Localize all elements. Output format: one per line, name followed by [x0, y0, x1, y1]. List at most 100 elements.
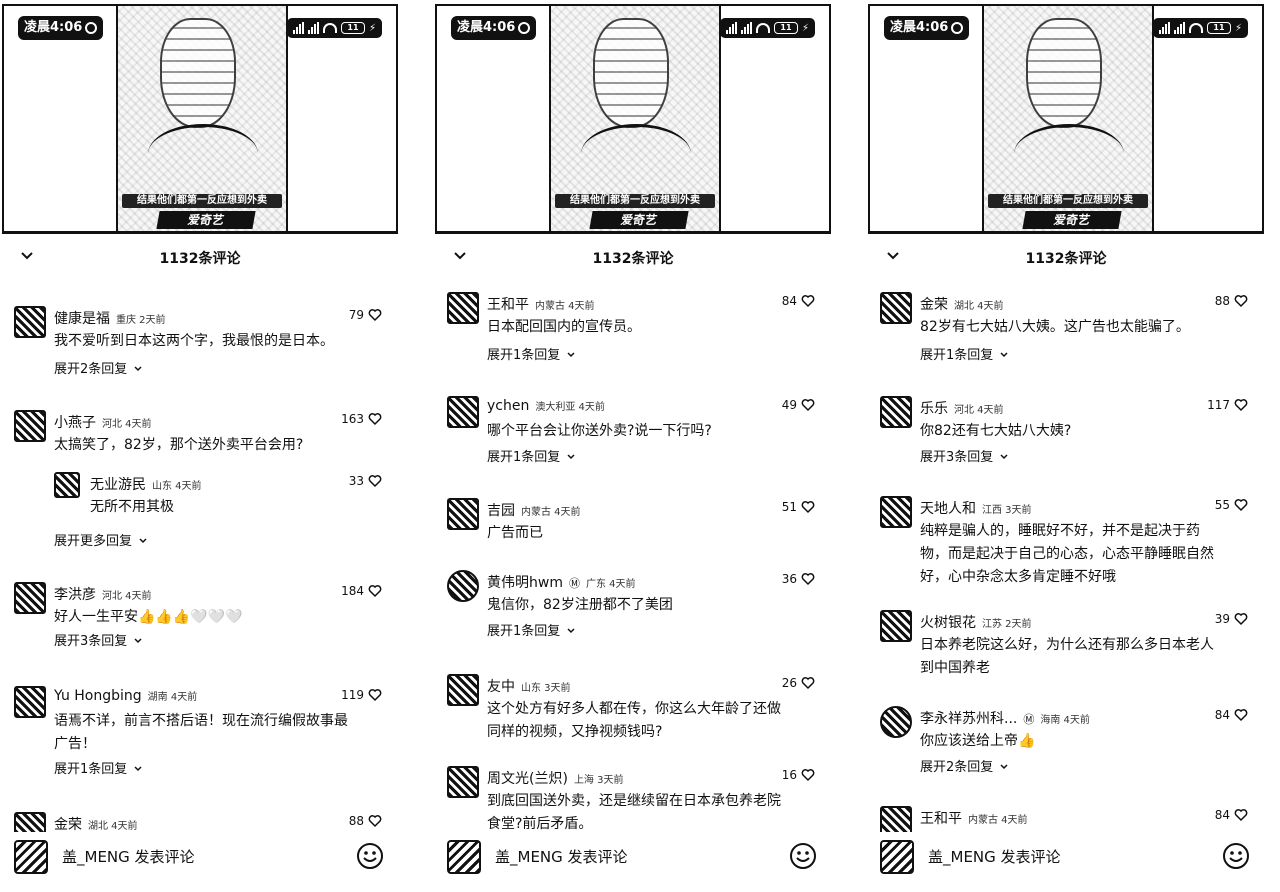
emoji-icon[interactable]	[356, 842, 384, 870]
avatar[interactable]	[447, 498, 479, 530]
expand-replies-button[interactable]: 展开1条回复	[487, 620, 576, 639]
expand-replies-button[interactable]: 展开3条回复	[920, 446, 1009, 465]
chevron-down-icon	[566, 625, 576, 635]
like-count: 84	[781, 294, 797, 308]
avatar[interactable]	[880, 706, 912, 738]
time-text: 凌晨4:06	[457, 20, 516, 35]
comment-username[interactable]: 黄伟明hwm	[487, 572, 563, 592]
comment-username[interactable]: 天地人和	[920, 498, 976, 518]
avatar[interactable]	[447, 292, 479, 324]
comment-sheet-header: 1132条评论	[433, 244, 833, 272]
like-count: 51	[781, 500, 797, 514]
avatar[interactable]	[447, 674, 479, 706]
like-button[interactable]: 117	[1207, 398, 1248, 412]
like-count: 16	[781, 768, 797, 782]
expand-replies-button[interactable]: 展开3条回复	[54, 630, 143, 649]
emoji-icon[interactable]	[789, 842, 817, 870]
like-button[interactable]: 79	[349, 308, 382, 322]
video-figure	[148, 124, 258, 184]
comment-location-time: 内蒙古 4天前	[535, 301, 595, 312]
avatar[interactable]	[880, 396, 912, 428]
expand-replies-button[interactable]: 展开1条回复	[487, 446, 576, 465]
like-button[interactable]: 49	[782, 398, 815, 412]
like-button[interactable]: 55	[1215, 498, 1248, 512]
comment-text: 语焉不详，前言不搭后语！现在流行编假故事最广告！	[54, 713, 348, 752]
video-player[interactable]: 结果他们都第一反应想到外卖 爱奇艺 凌晨4:06 11 ⚡	[435, 4, 831, 234]
comment-input[interactable]: 盖_MENG 发表评论	[495, 846, 628, 867]
comment-username[interactable]: 健康是福	[54, 308, 110, 328]
avatar[interactable]	[880, 496, 912, 528]
expand-replies-button[interactable]: 展开1条回复	[487, 344, 576, 363]
expand-replies-button[interactable]: 展开1条回复	[920, 344, 1009, 363]
expand-replies-button[interactable]: 展开1条回复	[54, 758, 143, 777]
like-button[interactable]: 26	[782, 676, 815, 690]
comment-location-time: 江西 3天前	[982, 505, 1032, 516]
like-button[interactable]: 163	[341, 412, 382, 426]
video-caption: 结果他们都第一反应想到外卖	[555, 194, 715, 208]
comment-username[interactable]: 李洪彦	[54, 584, 96, 604]
avatar[interactable]	[14, 410, 46, 442]
comment-username[interactable]: 王和平	[487, 294, 529, 314]
expand-replies-button[interactable]: 展开2条回复	[920, 756, 1009, 775]
like-count: 119	[341, 688, 364, 702]
comment-username[interactable]: 吉园	[487, 500, 515, 520]
comment-username[interactable]: Yu Hongbing	[54, 688, 142, 704]
like-button[interactable]: 39	[1215, 612, 1248, 626]
avatar[interactable]	[447, 766, 479, 798]
expand-replies-button[interactable]: 展开2条回复	[54, 358, 143, 377]
avatar[interactable]	[14, 306, 46, 338]
avatar[interactable]	[14, 686, 46, 718]
badge-icon: Ⓜ	[568, 577, 580, 590]
avatar[interactable]	[447, 570, 479, 602]
battery-icon: 11	[773, 22, 798, 34]
comment-username[interactable]: 小燕子	[54, 412, 96, 432]
like-button[interactable]: 184	[341, 584, 382, 598]
like-button[interactable]: 84	[1215, 808, 1248, 822]
like-button[interactable]: 51	[782, 500, 815, 514]
status-icons: 11 ⚡	[719, 18, 815, 38]
comment-username[interactable]: 李永祥苏州科...	[920, 708, 1017, 728]
like-button[interactable]: 119	[341, 688, 382, 702]
expand-replies-button[interactable]: 展开更多回复	[54, 530, 148, 549]
pixelated-face	[160, 18, 236, 128]
reply-username[interactable]: 无业游民	[90, 474, 146, 494]
comment-username[interactable]: 金荣	[920, 294, 948, 314]
like-count: 84	[1214, 708, 1230, 722]
comment-input[interactable]: 盖_MENG 发表评论	[928, 846, 1061, 867]
like-button[interactable]: 84	[782, 294, 815, 308]
chevron-down-icon	[566, 349, 576, 359]
like-button[interactable]: 16	[782, 768, 815, 782]
video-player[interactable]: 结果他们都第一反应想到外卖 爱奇艺 凌晨4:06 11 ⚡	[868, 4, 1264, 234]
comment-username[interactable]: 金荣	[54, 814, 82, 834]
avatar[interactable]	[880, 610, 912, 642]
like-button[interactable]: 88	[349, 814, 382, 828]
comment-text: 82岁有七大姑八大姨。这广告也太能骗了。	[920, 319, 1190, 335]
like-button[interactable]: 36	[782, 572, 815, 586]
heart-icon	[801, 676, 815, 690]
comment-input[interactable]: 盖_MENG 发表评论	[62, 846, 195, 867]
wifi-icon	[755, 23, 770, 33]
comment-location-time: 重庆 2天前	[116, 315, 166, 326]
avatar[interactable]	[54, 472, 80, 498]
like-count: 184	[341, 584, 364, 598]
comment-username[interactable]: 周文光(兰炽)	[487, 768, 568, 788]
comment-text: 纯粹是骗人的，睡眠好不好，并不是起决于药物，而是起决于自己的心态，心态平静睡眠自…	[920, 523, 1214, 585]
comment-username[interactable]: ychen	[487, 398, 529, 414]
time-text: 凌晨4:06	[24, 20, 83, 35]
comment-username[interactable]: 友中	[487, 676, 515, 696]
emoji-icon[interactable]	[1222, 842, 1250, 870]
comment-username[interactable]: 火树银花	[920, 612, 976, 632]
avatar[interactable]	[14, 582, 46, 614]
like-button[interactable]: 84	[1215, 708, 1248, 722]
avatar[interactable]	[880, 292, 912, 324]
comment-meta: Yu Hongbing 湖南 4天前	[54, 688, 197, 704]
like-button[interactable]: 33	[349, 474, 382, 488]
comment-username[interactable]: 乐乐	[920, 398, 948, 418]
avatar[interactable]	[447, 396, 479, 428]
like-count: 88	[1214, 294, 1230, 308]
comment-username[interactable]: 王和平	[920, 808, 962, 828]
like-button[interactable]: 88	[1215, 294, 1248, 308]
avatar	[880, 840, 914, 874]
video-player[interactable]: 结果他们都第一反应想到外卖 爱奇艺 凌晨4:06 11 ⚡	[2, 4, 398, 234]
heart-icon	[1234, 708, 1248, 722]
